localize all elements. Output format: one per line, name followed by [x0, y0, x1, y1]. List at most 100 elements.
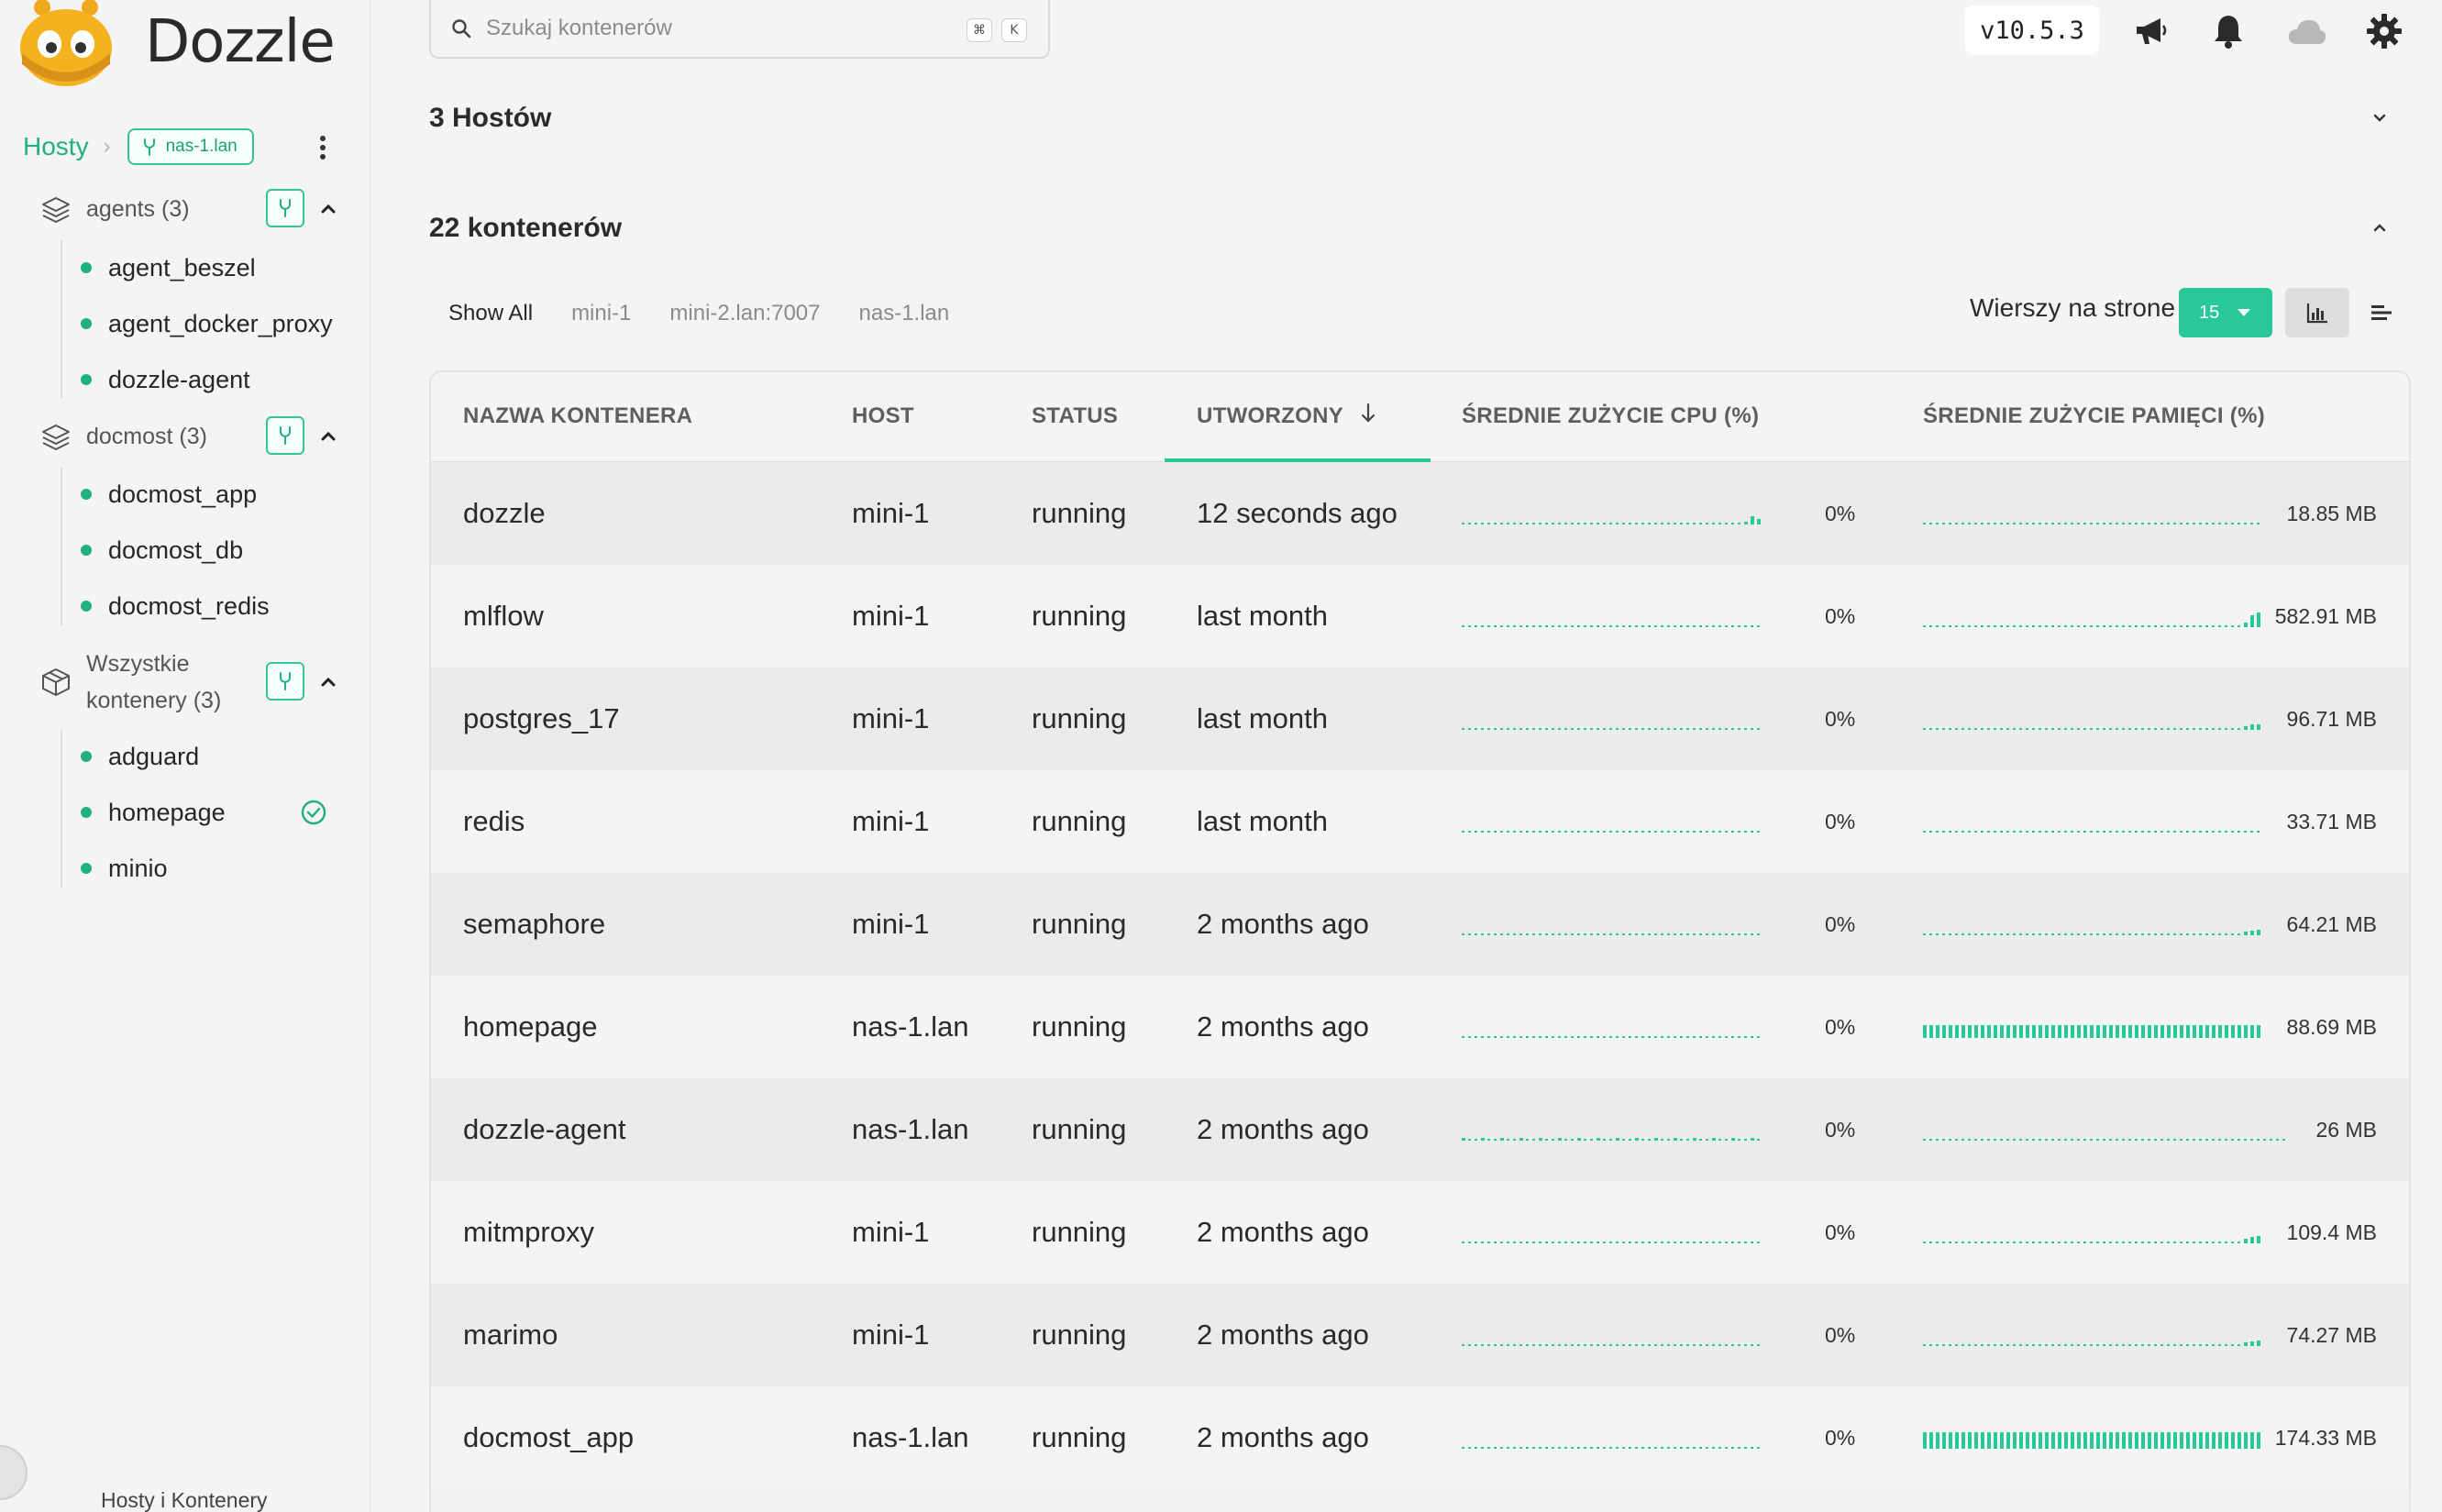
- current-host-pill[interactable]: nas-1.lan: [127, 128, 254, 165]
- cpu-bar: [1686, 728, 1689, 730]
- rows-per-page-select[interactable]: 15: [2179, 288, 2272, 337]
- view-bar-chart-button[interactable]: [2285, 288, 2349, 337]
- table-row[interactable]: semaphore mini-1 running 2 months ago 0% 64.2…: [431, 873, 2409, 976]
- table-row[interactable]: docmost_app nas-1.lan running 2 months ago 0…: [431, 1386, 2409, 1489]
- hosts-section-title[interactable]: 3 Hostów: [429, 103, 551, 134]
- cpu-bar: [1564, 523, 1567, 524]
- more-vertical-icon[interactable]: [312, 132, 334, 163]
- sidebar-item-dozzle-agent[interactable]: dozzle-agent: [81, 361, 250, 398]
- containers-section-title[interactable]: 22 kontenerów: [429, 213, 622, 244]
- cpu-bar: [1597, 625, 1599, 627]
- memory-bar: [2250, 523, 2253, 524]
- group-all-containers-fork-button[interactable]: [266, 662, 304, 701]
- view-list-button[interactable]: [2349, 288, 2414, 337]
- cpu-bar: [1757, 1344, 1760, 1346]
- sidebar-item-docmost-db[interactable]: docmost_db: [81, 532, 243, 568]
- col-header-created[interactable]: UTWORZONY: [1197, 403, 1343, 429]
- cpu-bar: [1513, 1036, 1516, 1038]
- table-row[interactable]: marimo mini-1 running 2 months ago 0% 74.27 M…: [431, 1284, 2409, 1386]
- memory-bar: [2013, 1242, 2016, 1243]
- table-row[interactable]: redis mini-1 running last month 0% 33.71 MB: [431, 770, 2409, 873]
- search-input[interactable]: [486, 16, 926, 41]
- table-row[interactable]: dozzle mini-1 running 12 seconds ago 0% 18.85…: [431, 462, 2409, 565]
- cpu-bar: [1718, 1036, 1721, 1038]
- col-header-cpu[interactable]: ŚREDNIE ZUŻYCIE CPU (%): [1462, 403, 1759, 429]
- container-created: last month: [1197, 805, 1329, 837]
- sidebar-item-adguard[interactable]: adguard: [81, 738, 199, 775]
- chevron-up-icon[interactable]: [317, 425, 339, 447]
- filter-show-all[interactable]: Show All: [429, 295, 552, 332]
- memory-bar: [2077, 728, 2080, 730]
- chevron-down-icon[interactable]: [2368, 106, 2392, 130]
- col-header-memory[interactable]: ŚREDNIE ZUŻYCIE PAMIĘCI (%): [1923, 403, 2265, 429]
- cpu-bar: [1532, 1036, 1535, 1038]
- memory-bar: [1974, 1432, 1978, 1449]
- memory-bar: [2077, 1344, 2080, 1346]
- filter-mini-2[interactable]: mini-2.lan:7007: [650, 295, 839, 332]
- filter-mini-1[interactable]: mini-1: [552, 295, 650, 332]
- col-header-status[interactable]: STATUS: [1032, 403, 1118, 429]
- settings-button[interactable]: [2364, 11, 2404, 51]
- cpu-bar: [1661, 1036, 1663, 1038]
- memory-bar: [2039, 523, 2041, 524]
- cpu-bar: [1590, 831, 1593, 833]
- memory-bar: [2019, 1025, 2023, 1038]
- table-row[interactable]: mlflow mini-1 running last month 0% 582.91 MB: [431, 565, 2409, 668]
- filter-nas-1[interactable]: nas-1.lan: [840, 295, 969, 332]
- sidebar-item-homepage[interactable]: homepage: [81, 794, 226, 831]
- cpu-bar: [1545, 1344, 1548, 1346]
- sidebar-item-docmost-redis[interactable]: docmost_redis: [81, 588, 270, 624]
- cpu-bar: [1597, 1447, 1599, 1449]
- memory-bar: [2186, 1344, 2189, 1346]
- sidebar-item-docmost-app[interactable]: docmost_app: [81, 476, 257, 513]
- breadcrumb-hosts-link[interactable]: Hosty: [23, 132, 89, 161]
- col-header-host[interactable]: HOST: [852, 403, 914, 429]
- chevron-up-icon[interactable]: [317, 198, 339, 220]
- cpu-bar: [1751, 1036, 1753, 1038]
- memory-bar: [2019, 523, 2022, 524]
- table-row[interactable]: mitmproxy mini-1 running 2 months ago 0% 109.…: [431, 1181, 2409, 1284]
- version-badge[interactable]: v10.5.3: [1965, 6, 2099, 55]
- memory-bar: [1974, 933, 1977, 935]
- container-status: running: [1032, 1421, 1127, 1453]
- sidebar-item-minio[interactable]: minio: [81, 850, 168, 887]
- cpu-bar: [1718, 728, 1721, 730]
- app-logo[interactable]: Dozzle: [18, 0, 336, 90]
- chevron-up-icon[interactable]: [2368, 216, 2392, 240]
- memory-bar: [2141, 933, 2144, 935]
- sidebar-item-agent-beszel[interactable]: agent_beszel: [81, 249, 256, 286]
- memory-bar: [2250, 1432, 2254, 1449]
- memory-bar: [2083, 625, 2086, 627]
- memory-usage-value: 174.33 MB: [2274, 1425, 2377, 1450]
- notifications-button[interactable]: [2208, 11, 2249, 51]
- container-name: redis: [463, 805, 525, 837]
- memory-bar: [2193, 1025, 2196, 1038]
- cloud-button[interactable]: [2287, 11, 2327, 51]
- search-box[interactable]: ⌘ K: [429, 0, 1050, 59]
- group-agents-fork-button[interactable]: [266, 189, 304, 227]
- cpu-bar: [1654, 1036, 1657, 1038]
- memory-bar: [2205, 933, 2208, 935]
- sidebar-item-agent-docker-proxy[interactable]: agent_docker_proxy: [81, 305, 333, 342]
- group-docmost-fork-button[interactable]: [266, 416, 304, 455]
- memory-bar: [2064, 1242, 2067, 1243]
- memory-bar: [2225, 1242, 2227, 1243]
- memory-bar: [2250, 1139, 2253, 1141]
- cpu-bar: [1699, 831, 1702, 833]
- cpu-bar: [1609, 1139, 1612, 1141]
- table-row[interactable]: postgres_17 mini-1 running last month 0% 96.7…: [431, 668, 2409, 770]
- sidebar-toggle-button[interactable]: [0, 1445, 28, 1500]
- chevron-up-icon[interactable]: [317, 671, 339, 693]
- table-row[interactable]: dozzle-agent nas-1.lan running 2 months ago…: [431, 1078, 2409, 1181]
- arrow-down-icon[interactable]: [1359, 402, 1377, 425]
- memory-bar: [2026, 1242, 2028, 1243]
- memory-bar: [2173, 1432, 2177, 1449]
- cpu-bar: [1641, 523, 1644, 524]
- table-row[interactable]: homepage nas-1.lan running 2 months ago 0% 88…: [431, 976, 2409, 1078]
- announcements-button[interactable]: [2131, 11, 2171, 51]
- memory-bar: [2148, 523, 2150, 524]
- sidebar-item-label: docmost_redis: [108, 591, 270, 620]
- cpu-bar: [1744, 728, 1747, 730]
- memory-bar: [2238, 831, 2240, 833]
- col-header-name[interactable]: NAZWA KONTENERA: [463, 403, 692, 429]
